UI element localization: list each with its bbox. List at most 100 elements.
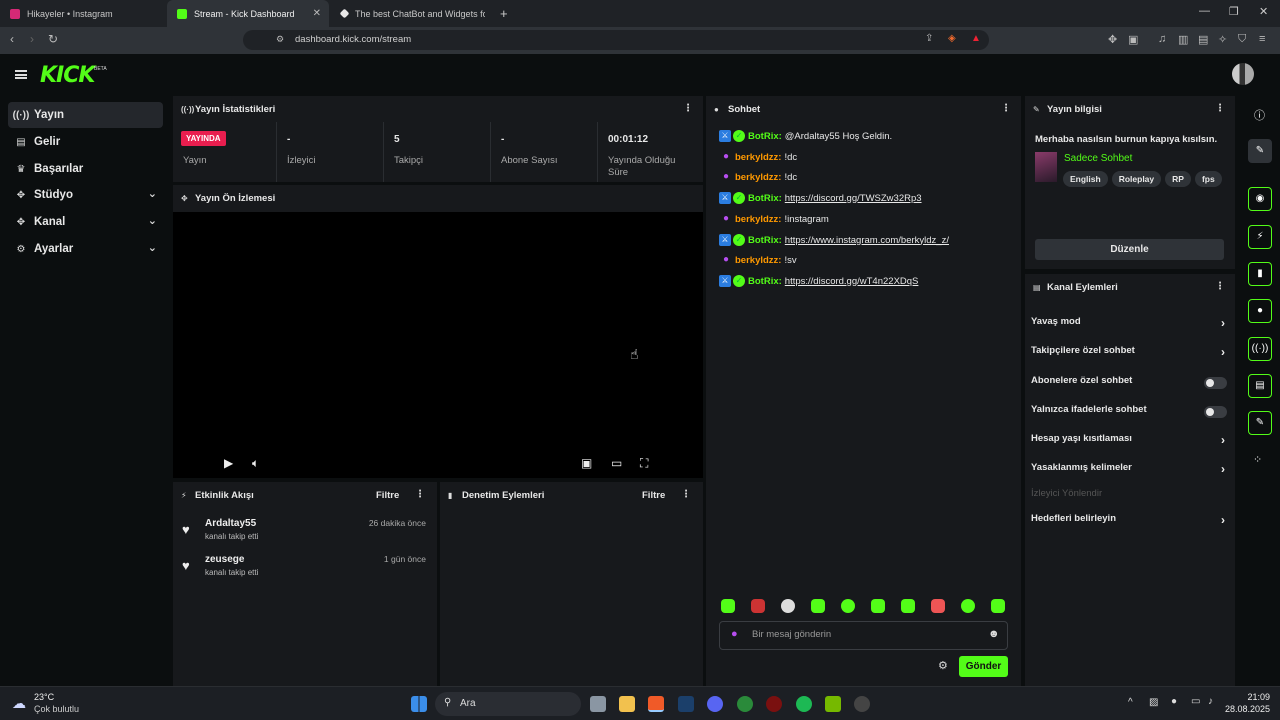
vpn-icon[interactable]: ⛉ [1238,33,1246,46]
chat-widget-icon[interactable]: ● [1248,299,1272,323]
emote-icon[interactable] [841,599,855,613]
sidebar-item-ayarlar[interactable]: ⚙ Ayarlar ⌄ [8,236,163,262]
chevron-up-icon[interactable]: ^ [1128,697,1133,708]
chat-username[interactable]: berkyldzz: [735,152,781,163]
edit-layout-icon[interactable]: ✎ [1248,139,1272,163]
forward-icon[interactable]: › [30,32,34,46]
obs-icon[interactable] [854,696,870,712]
emote-icon[interactable] [961,599,975,613]
account-age-row[interactable]: Hesap yaşı kısıtlaması › [1031,433,1227,451]
site-info-icon[interactable]: ⚙ [276,34,284,45]
play-icon[interactable]: ▶ [224,456,233,470]
brave-icon[interactable] [648,696,664,712]
chat-username[interactable]: berkyldzz: [735,214,781,225]
banned-words-row[interactable]: Yasaklanmış kelimeler › [1031,462,1227,480]
reload-icon[interactable]: ↻ [48,32,58,46]
discord-icon[interactable] [707,696,723,712]
stream-info-widget-icon[interactable]: ✎ [1248,411,1272,435]
tag[interactable]: fps [1194,171,1222,187]
chat-username[interactable]: BotRix: [748,276,782,287]
chat-input-box[interactable]: ● ☻ [719,621,1008,650]
game-app-icon[interactable] [766,696,782,712]
tag[interactable]: RP [1165,171,1191,187]
subscribers-only-toggle[interactable] [1204,377,1227,389]
tab-kick-dashboard[interactable]: Stream - Kick Dashboard ✕ [167,0,329,27]
chat-link[interactable]: https://www.instagram.com/berkyldz_z/ [785,235,949,246]
more-options-icon[interactable]: ⋮ [683,103,693,114]
chevron-down-icon[interactable]: ⌄ [148,241,157,254]
filter-button[interactable]: Filtre [642,490,665,501]
tray-icon[interactable]: ▨ [1149,697,1158,708]
menu-icon[interactable]: ≡ [1259,33,1265,45]
chat-username[interactable]: BotRix: [748,131,782,142]
emote-icon[interactable] [901,599,915,613]
tag[interactable]: Roleplay [1111,171,1162,187]
followers-only-row[interactable]: Takipçilere özel sohbet › [1031,345,1227,363]
brave-shields-icon[interactable]: ◈ [948,33,956,44]
spotify-icon[interactable] [796,696,812,712]
sidebar-toggle-icon[interactable]: ▥ [1178,33,1188,46]
more-options-icon[interactable]: ⋮ [681,489,691,500]
tab-chatbot[interactable]: The best ChatBot and Widgets for Ki [331,0,491,27]
theater-mode-icon[interactable]: ▭ [611,456,622,470]
follower-name[interactable]: zeusege [205,554,244,565]
share-icon[interactable]: ⇪ [925,33,933,44]
weather-icon[interactable]: ☁ [12,695,26,712]
back-icon[interactable]: ‹ [10,32,14,46]
category-name[interactable]: Sadece Sohbet [1064,153,1132,164]
volume-icon[interactable]: ♪ [1208,696,1213,707]
activity-widget-icon[interactable]: ⚡︎ [1248,225,1272,249]
more-options-icon[interactable]: ⋮ [1001,103,1011,114]
chat-link[interactable]: https://discord.gg/TWSZw32Rp3 [785,193,922,204]
leo-ai-icon[interactable]: ✧ [1218,33,1227,46]
more-options-icon[interactable]: ⋮ [1215,281,1225,292]
restore-icon[interactable]: ❐ [1229,5,1239,18]
sidebar-item-kanal[interactable]: ✥ Kanal ⌄ [8,209,163,235]
chat-link[interactable]: https://discord.gg/wT4n22XDqS [785,276,919,287]
chat-username[interactable]: BotRix: [748,193,782,204]
follower-name[interactable]: Ardaltay55 [205,518,256,529]
sidebar-item-studyo[interactable]: ✥ Stüdyo ⌄ [8,182,163,208]
chevron-down-icon[interactable]: ⌄ [148,214,157,227]
emote-icon[interactable] [721,599,735,613]
task-view-icon[interactable] [590,696,606,712]
tab-instagram[interactable]: Hikayeler • Instagram [0,0,165,27]
microphone-icon[interactable]: ● [1171,696,1177,707]
nvidia-icon[interactable] [825,696,841,712]
chat-settings-icon[interactable]: ⚙ [938,659,948,672]
wallet-icon[interactable]: ▤ [1198,33,1208,46]
slow-mode-row[interactable]: Yavaş mod › [1031,316,1227,334]
network-icon[interactable]: ▭ [1191,696,1200,707]
sidebar-item-gelir[interactable]: ▤ Gelir [8,129,163,155]
more-options-icon[interactable]: ⋮ [1215,103,1225,114]
edit-button[interactable]: Düzenle [1035,239,1224,260]
channel-actions-widget-icon[interactable]: ▤ [1248,374,1272,398]
address-bar[interactable]: ⚙ dashboard.kick.com/stream ⇪ ◈ ▲ [243,30,989,50]
reader-icon[interactable]: ▣ [1128,33,1138,46]
file-explorer-icon[interactable] [619,696,635,712]
windows-start-icon[interactable] [411,696,427,712]
avatar[interactable] [1232,63,1254,85]
clock-date[interactable]: 28.08.2025 [1224,704,1270,714]
extensions-icon[interactable]: ✥ [1108,33,1117,46]
sidebar-item-yayin[interactable]: ((·)) Yayın [8,102,163,128]
steam-icon[interactable] [678,696,694,712]
volume-icon[interactable]: 🔈︎ [252,456,259,471]
kick-logo[interactable]: KICK [40,63,95,88]
media-icon[interactable]: ♫ [1158,33,1166,45]
pip-icon[interactable]: ▣ [581,456,592,470]
fullscreen-icon[interactable]: ⛶ [640,456,648,471]
hamburger-menu-icon[interactable] [15,70,27,79]
emote-icon[interactable] [991,599,1005,613]
chat-input[interactable] [752,629,972,640]
xbox-icon[interactable] [737,696,753,712]
emote-icon[interactable] [871,599,885,613]
emote-icon[interactable] [811,599,825,613]
send-button[interactable]: Gönder [959,656,1008,677]
minimize-icon[interactable]: — [1199,5,1210,17]
emotes-only-toggle[interactable] [1204,406,1227,418]
emote-icon[interactable] [781,599,795,613]
search-box[interactable]: ⚲ Ara [435,692,581,716]
emoji-icon[interactable]: ☻ [988,628,1000,640]
more-options-icon[interactable]: ⋮ [415,489,425,500]
